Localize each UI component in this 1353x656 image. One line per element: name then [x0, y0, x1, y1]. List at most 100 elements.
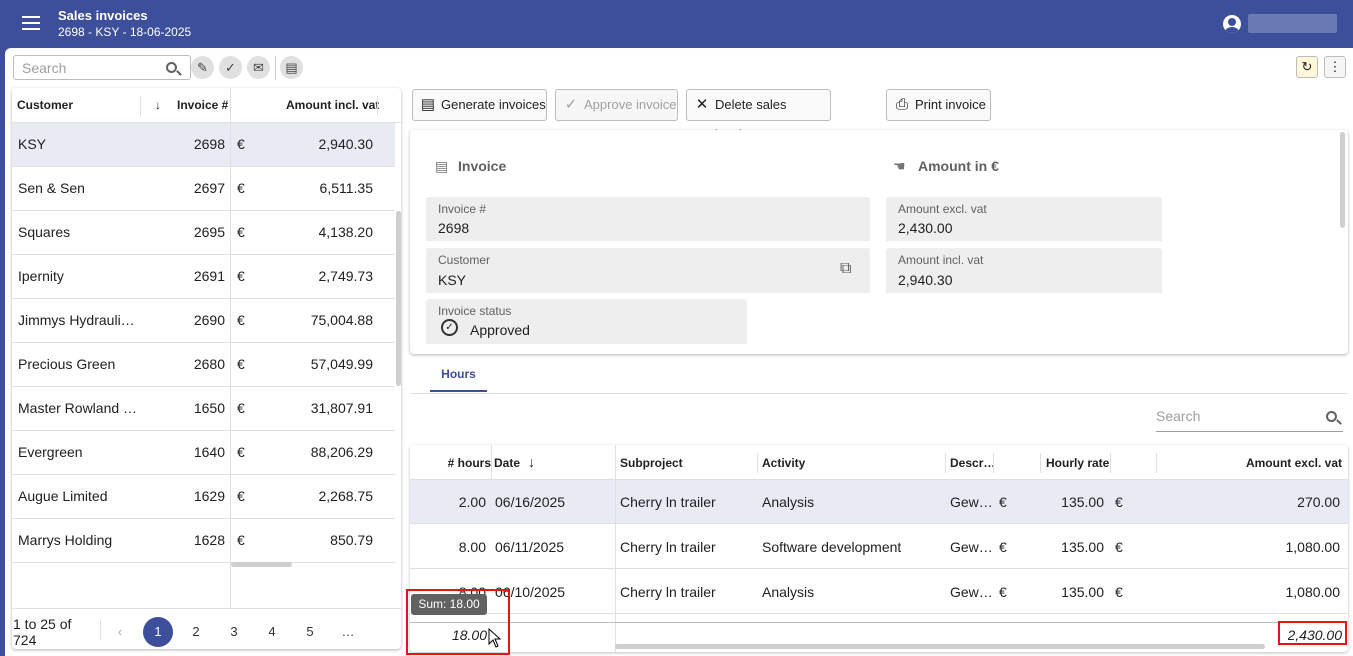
- page-5[interactable]: 5: [295, 617, 325, 647]
- list-item-customer: Sen & Sen: [18, 180, 85, 196]
- list-horizontal-scrollbar[interactable]: [231, 562, 292, 567]
- print-invoice-button[interactable]: ⎙ Print invoice: [886, 89, 991, 121]
- list-item-currency: €: [237, 224, 245, 240]
- list-item[interactable]: Marrys Holding 1628 €850.79: [12, 519, 395, 563]
- hamburger-menu-icon[interactable]: [22, 16, 40, 30]
- tab-hours[interactable]: Hours: [430, 354, 487, 392]
- invoice-status-field: Invoice status ✓ Approved: [426, 299, 747, 344]
- amount-incl-vat-label: Amount incl. vat: [898, 253, 984, 267]
- cell-subproject: Cherry ln trailer: [620, 494, 716, 510]
- list-item-invoice-number: 2698: [193, 136, 225, 152]
- invoice-number-field[interactable]: Invoice # 2698: [426, 197, 870, 241]
- list-item-amount: 850.79: [330, 532, 373, 548]
- mouse-cursor-icon: [488, 628, 502, 648]
- prev-page-icon[interactable]: ‹: [105, 617, 135, 647]
- amount-excl-vat-field: Amount excl. vat 2,430.00: [886, 197, 1162, 241]
- more-vert-icon[interactable]: ⋮: [1324, 56, 1346, 78]
- page-ellipsis[interactable]: …: [333, 617, 363, 647]
- generate-invoices-label: Generate invoices: [441, 97, 546, 112]
- list-vertical-scrollbar[interactable]: [396, 211, 401, 386]
- invoice-list: Customer ↓ Invoice # Amount incl. vat KS…: [12, 88, 401, 649]
- grid-horizontal-scrollbar[interactable]: [615, 644, 1265, 649]
- sign-icon[interactable]: ✎: [191, 56, 214, 79]
- report-icon[interactable]: ▤: [280, 56, 303, 79]
- check-circle-icon[interactable]: ✓: [219, 56, 242, 79]
- col-subproject[interactable]: Subproject: [620, 456, 683, 470]
- page-2[interactable]: 2: [181, 617, 211, 647]
- pagination-range: 1 to 25 of 724: [13, 616, 71, 648]
- table-row[interactable]: 8.00 06/10/2025 Cherry ln trailer Analysis G…: [410, 570, 1348, 614]
- page-1[interactable]: 1: [143, 617, 173, 647]
- cell-date: 06/11/2025: [495, 539, 565, 555]
- list-item-invoice-number: 1650: [193, 400, 225, 416]
- table-row[interactable]: 8.00 06/11/2025 Cherry ln trailer Software …: [410, 525, 1348, 569]
- list-item[interactable]: KSY 2698 €2,940.30: [12, 123, 395, 167]
- list-item[interactable]: Master Rowland … 1650 €31,807.91: [12, 387, 395, 431]
- cell-subproject: Cherry ln trailer: [620, 584, 716, 600]
- col-hours[interactable]: # hours: [448, 456, 491, 470]
- list-item-customer: Jimmys Hydrauli…: [18, 312, 135, 328]
- sort-desc-date-icon[interactable]: ↓: [528, 454, 535, 470]
- list-item[interactable]: Precious Green 2680 €57,049.99: [12, 343, 395, 387]
- list-item-invoice-number: 2680: [193, 356, 225, 372]
- list-item-currency: €: [237, 488, 245, 504]
- check-circle-status-icon: ✓: [441, 319, 458, 336]
- mail-icon[interactable]: ✉: [247, 56, 270, 79]
- list-item[interactable]: Ipernity 2691 €2,749.73: [12, 255, 395, 299]
- user-avatar-icon[interactable]: [1223, 15, 1241, 33]
- col-date[interactable]: Date: [494, 456, 520, 470]
- cell-rate-currency: €: [999, 584, 1007, 600]
- page-3[interactable]: 3: [219, 617, 249, 647]
- refresh-icon[interactable]: ↻: [1296, 56, 1318, 78]
- pagination: 1 to 25 of 724 ‹ 1 2 3 4 5 … 29 ›: [12, 608, 401, 649]
- toolbar-divider: [275, 56, 276, 80]
- cell-activity: Analysis: [762, 584, 815, 600]
- cell-description: Gew…: [950, 539, 993, 555]
- customer-value: KSY: [438, 272, 467, 288]
- hours-search-placeholder: Search: [1156, 408, 1201, 424]
- delete-sales-invoice-button[interactable]: ✕ Delete sales invoice: [686, 89, 831, 142]
- list-search-input[interactable]: Search: [13, 55, 191, 80]
- list-item[interactable]: Squares 2695 €4,138.20: [12, 211, 395, 255]
- list-item[interactable]: Jimmys Hydrauli… 2690 €75,004.88: [12, 299, 395, 343]
- user-name-placeholder[interactable]: [1248, 14, 1337, 33]
- approve-invoice-button[interactable]: ✓ Approve invoice: [555, 89, 678, 121]
- col-hourly-rate[interactable]: Hourly rate: [1046, 456, 1109, 470]
- customer-field[interactable]: Customer KSY ⧉: [426, 248, 870, 293]
- col-amount-incl-vat[interactable]: Amount incl. vat: [286, 88, 379, 123]
- invoice-details-card: ▤ Invoice ☚ Amount in € Invoice # 2698 C…: [410, 130, 1348, 354]
- card-scrollbar[interactable]: [1340, 132, 1345, 228]
- list-item-amount: 57,049.99: [310, 356, 373, 372]
- search-icon: [166, 62, 177, 73]
- amount-section-title: Amount in €: [918, 158, 999, 174]
- col-amount-excl-vat[interactable]: Amount excl. vat: [1246, 456, 1342, 470]
- page-4[interactable]: 4: [257, 617, 287, 647]
- table-row[interactable]: 2.00 06/16/2025 Cherry ln trailer Analysis G…: [410, 480, 1348, 524]
- print-invoice-label: Print invoice: [915, 97, 986, 112]
- col-customer[interactable]: Customer: [17, 88, 73, 123]
- list-item-customer: Ipernity: [18, 268, 64, 284]
- list-item[interactable]: Evergreen 1640 €88,206.29: [12, 431, 395, 475]
- cell-amount-currency: €: [1115, 494, 1123, 510]
- hours-grid-header: # hours Date ↓ Subproject Activity Descr…: [410, 445, 1348, 480]
- invoice-status-value: Approved: [470, 322, 530, 338]
- sort-desc-icon[interactable]: ↓: [155, 88, 161, 123]
- amount-excl-vat-label: Amount excl. vat: [898, 202, 987, 216]
- col-activity[interactable]: Activity: [762, 456, 805, 470]
- list-item-invoice-number: 1640: [193, 444, 225, 460]
- col-invoice-number[interactable]: Invoice #: [177, 88, 228, 123]
- hours-search-input[interactable]: Search: [1156, 403, 1343, 432]
- generate-invoices-button[interactable]: ▤ Generate invoices: [412, 89, 547, 121]
- list-item-customer: Augue Limited: [18, 488, 108, 504]
- list-item-invoice-number: 2695: [193, 224, 225, 240]
- col-description[interactable]: Descr…: [950, 456, 995, 470]
- printer-icon: ⎙: [895, 96, 908, 113]
- list-item[interactable]: Augue Limited 1629 €2,268.75: [12, 475, 395, 519]
- list-item[interactable]: Sen & Sen 2697 €6,511.35: [12, 167, 395, 211]
- list-item-amount: 6,511.35: [319, 180, 373, 196]
- lookup-icon[interactable]: ⧉: [840, 260, 851, 278]
- list-item-amount: 2,940.30: [318, 136, 374, 152]
- list-item-invoice-number: 1629: [193, 488, 225, 504]
- invoice-status-label: Invoice status: [438, 304, 512, 318]
- pagination-range-line2: 724: [13, 632, 37, 648]
